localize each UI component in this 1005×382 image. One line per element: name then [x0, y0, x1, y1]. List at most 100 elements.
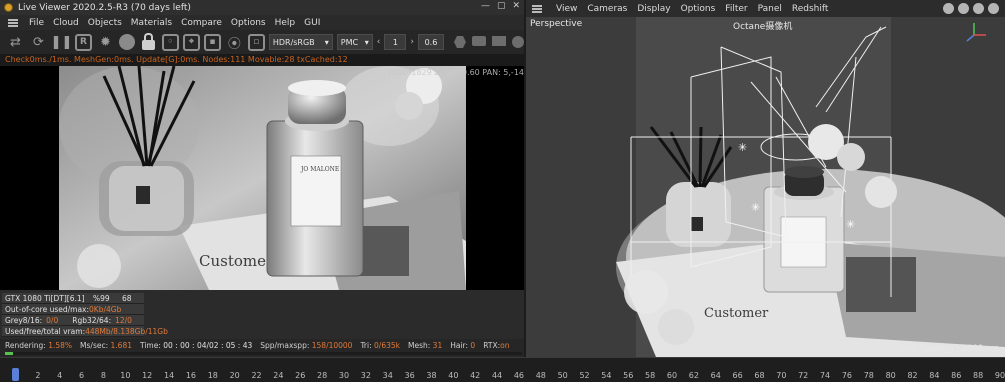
tri-label: Tri: — [360, 341, 372, 350]
timeline-tick-label: 34 — [382, 371, 393, 380]
hexagon-icon[interactable] — [453, 36, 466, 48]
pick-focus-icon[interactable]: ◦ — [161, 33, 179, 51]
region-render-icon[interactable]: R — [74, 33, 92, 51]
pan-view-icon[interactable] — [958, 3, 969, 14]
timeline-tick-label: 28 — [317, 371, 328, 380]
viewport-canvas[interactable]: Customer ✳ ✳ ✳ Perspective Octane摄像机 Gri… — [526, 17, 1005, 357]
stepper-right-icon[interactable]: › — [410, 37, 414, 47]
timeline-tick-label: 44 — [491, 371, 503, 380]
view-name: Perspective — [530, 19, 583, 29]
live-viewer-toolbar: ⇄ ⟳ ❚❚ R ✹ ◦ ⌖ ▪ ⦿ ▫ HDR/sRGB ▾ PMC ▾ ‹ … — [0, 30, 524, 54]
timeline-tick-label: 54 — [601, 371, 612, 380]
menu-cloud[interactable]: Cloud — [53, 18, 79, 28]
render-progress-bar — [5, 352, 522, 355]
vp-menu-view[interactable]: View — [556, 4, 577, 14]
viewer-extra-icons — [453, 36, 524, 48]
timeline-tick-label: 50 — [557, 371, 568, 380]
gpu-name: GTX 1080 Ti[DT][6.1] — [5, 293, 85, 303]
pick-object-icon[interactable]: ▪ — [203, 33, 221, 51]
render-progress-fill — [5, 352, 14, 355]
menu-objects[interactable]: Objects — [88, 18, 122, 28]
pause-render-icon[interactable]: ❚❚ — [51, 33, 73, 52]
timeline-tick-label: 36 — [404, 371, 415, 380]
menu-icon[interactable] — [8, 18, 18, 27]
gpu-temp: 68 — [122, 293, 132, 303]
timeline-tick-label: 68 — [754, 371, 765, 380]
kernel-select[interactable]: PMC ▾ — [336, 34, 373, 50]
timeline-tick-label: 84 — [929, 371, 940, 380]
zoom-input[interactable]: 0.6 — [417, 34, 444, 50]
rotate-view-icon[interactable] — [988, 3, 999, 14]
menu-help[interactable]: Help — [275, 18, 296, 28]
menu-options[interactable]: Options — [231, 18, 266, 28]
minimize-icon[interactable]: — — [481, 1, 490, 11]
timeline-tick-label: 10 — [120, 371, 131, 380]
timeline-tick-label: 30 — [338, 371, 350, 380]
vp-menu-panel[interactable]: Panel — [758, 4, 782, 14]
timeline-tick-label: 70 — [776, 371, 787, 380]
vp-menu-filter[interactable]: Filter — [725, 4, 747, 14]
timeline-tick-label: 22 — [251, 371, 262, 380]
ms-label: Ms/sec: — [80, 341, 109, 350]
status-bar: Check0ms./1ms. MeshGen:0ms. Update[G]:0m… — [0, 54, 524, 66]
time-value: 00 : 00 : 04/02 : 05 : 43 — [163, 341, 253, 350]
timeline-tick-label: 20 — [229, 371, 240, 380]
vp-menu-redshift[interactable]: Redshift — [792, 4, 829, 14]
window-controls: — ▢ ✕ — [481, 1, 520, 11]
chevron-down-icon: ▾ — [364, 37, 369, 47]
pick-material-icon[interactable]: ⌖ — [182, 33, 200, 51]
timeline[interactable]: 0246810121416182022242628303234363840424… — [0, 357, 1005, 382]
vp-menu-display[interactable]: Display — [637, 4, 670, 14]
maximize-icon[interactable]: ▢ — [497, 1, 506, 11]
zoom-readout: 1000*1829 ZOOM:0.60 PAN: 5,-14 — [387, 68, 524, 77]
svg-text:✳: ✳ — [751, 201, 760, 214]
out-of-core-label: Out-of-core used/max: — [5, 304, 90, 314]
camera-icon[interactable] — [471, 36, 486, 46]
zoom-view-icon[interactable] — [973, 3, 984, 14]
menu-compare[interactable]: Compare — [181, 18, 222, 28]
kernel-value: PMC — [340, 37, 359, 47]
clay-mode-icon[interactable]: ▫ — [247, 33, 265, 51]
spp-value: 158/10000 — [311, 341, 353, 350]
restart-render-icon[interactable]: ⟳ — [29, 33, 48, 52]
svg-text:Customer: Customer — [704, 306, 769, 321]
menu-file[interactable]: File — [29, 18, 44, 28]
lock-icon[interactable] — [139, 32, 158, 52]
gpu-info-panel: GTX 1080 Ti[DT][6.1] %99 68 Out-of-core … — [2, 293, 168, 338]
timeline-tick-label: 14 — [163, 371, 175, 380]
live-viewer-titlebar: Live Viewer 2020.2.5-R3 (70 days left) —… — [0, 0, 524, 15]
timeline-tick-label: 16 — [185, 371, 197, 380]
out-of-core-row: Out-of-core used/max: 0Kb/4Gb — [2, 304, 144, 315]
material-ball-icon[interactable] — [118, 34, 135, 50]
timeline-playhead[interactable] — [12, 368, 19, 381]
tri-stat: Tri: 0/635k — [360, 341, 400, 350]
timeline-tick-label: 78 — [863, 371, 874, 380]
vp-menu-cameras[interactable]: Cameras — [587, 4, 627, 14]
stepper-input[interactable]: 1 — [384, 34, 407, 50]
viewport-menu-icon[interactable] — [532, 4, 542, 13]
rtx-value: on — [500, 341, 510, 350]
menu-materials[interactable]: Materials — [131, 18, 172, 28]
rtx-label: RTX: — [483, 341, 501, 350]
send-scene-icon[interactable]: ⇄ — [6, 33, 25, 52]
pin-icon[interactable]: ⦿ — [225, 33, 244, 52]
move-view-icon[interactable] — [943, 3, 954, 14]
time-label: Time: — [140, 341, 161, 350]
film-icon[interactable] — [491, 36, 506, 46]
ms-stat: Ms/sec: 1.681 — [80, 341, 132, 350]
close-icon[interactable]: ✕ — [512, 1, 520, 11]
record-icon[interactable] — [511, 36, 524, 48]
menu-gui[interactable]: GUI — [304, 18, 320, 28]
vram-row: Used/free/total vram: 448Mb/8.138Gb/11Gb — [2, 326, 168, 337]
render-image: Customer JO MALONE — [59, 66, 466, 290]
stepper-left-icon[interactable]: ‹ — [377, 37, 381, 47]
timeline-tick-label: 72 — [798, 371, 809, 380]
rendering-stat: Rendering: 1.58% — [5, 341, 72, 350]
render-view[interactable]: Customer JO MALONE 1000*1829 ZOOM:0.60 P… — [0, 66, 524, 290]
spp-label: Spp/maxspp: — [260, 341, 310, 350]
rtx-stat: RTX:on — [483, 341, 509, 350]
settings-gear-icon[interactable]: ✹ — [96, 33, 115, 52]
vp-menu-options[interactable]: Options — [681, 4, 716, 14]
timeline-tick-label: 64 — [710, 371, 721, 380]
color-space-select[interactable]: HDR/sRGB ▾ — [268, 34, 333, 50]
